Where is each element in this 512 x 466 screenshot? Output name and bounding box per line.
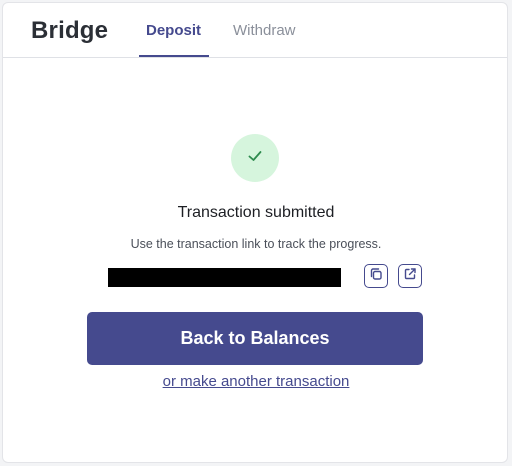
success-badge [231,134,279,182]
copy-hash-button[interactable] [364,264,388,288]
make-another-transaction-link[interactable]: or make another transaction [3,373,507,390]
brand-title: Bridge [31,17,109,44]
bridge-card: Bridge Deposit Withdraw Transaction subm… [2,2,508,463]
checkmark-icon [246,147,264,170]
tab-withdraw[interactable]: Withdraw [233,22,296,39]
tab-deposit[interactable]: Deposit [146,22,201,39]
active-tab-indicator [139,55,209,57]
transaction-hash-redacted [108,268,341,287]
bridge-header: Bridge Deposit Withdraw [3,3,507,58]
status-title: Transaction submitted [177,204,335,221]
external-link-icon [403,267,417,286]
status-subtitle: Use the transaction link to track the pr… [130,237,382,251]
open-transaction-link-button[interactable] [398,264,422,288]
back-to-balances-button[interactable]: Back to Balances [87,312,423,365]
copy-icon [369,267,383,286]
